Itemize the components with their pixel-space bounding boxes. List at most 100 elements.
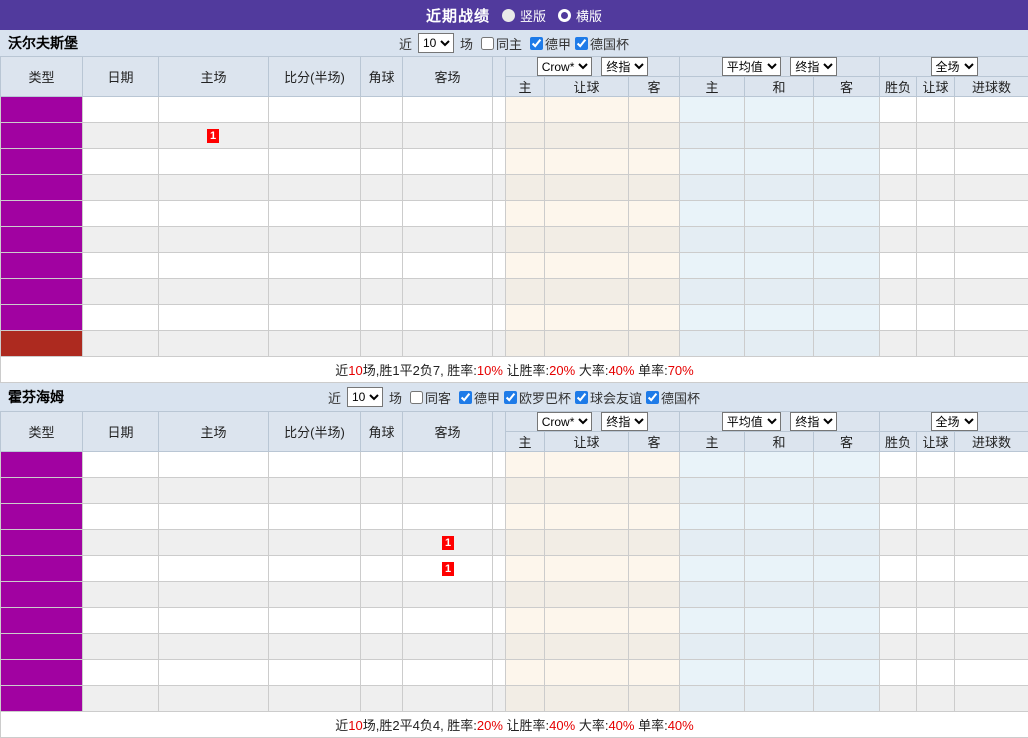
league-checkbox[interactable]: 球会友谊 — [571, 388, 642, 407]
red-card-badge: 1 — [442, 536, 454, 550]
handicap-cell — [545, 97, 629, 123]
games-count-select[interactable]: 10 — [418, 33, 454, 53]
score-cell — [269, 149, 361, 175]
avg-away-cell — [814, 97, 880, 123]
away-team-cell — [403, 253, 493, 279]
league-checkbox-input[interactable] — [530, 37, 543, 50]
col-odds-home: 主 — [506, 432, 545, 452]
avg-home-cell — [680, 123, 745, 149]
score-cell — [269, 253, 361, 279]
spacer-cell — [493, 686, 506, 712]
league-checkbox-input[interactable] — [575, 391, 588, 404]
filter-bar: 近 10 场 同主 德甲德国杯 — [0, 30, 1028, 56]
away-team-cell — [403, 478, 493, 504]
odds-away-cell — [629, 227, 680, 253]
scope-dropdown-cell: 全场 — [880, 57, 1028, 77]
page-title: 近期战绩 — [426, 5, 490, 26]
layout-radio-horizontal[interactable]: 横版 — [558, 6, 602, 25]
league-checkbox-input[interactable] — [575, 37, 588, 50]
avg-stage-select[interactable]: 终指 — [790, 412, 837, 431]
result-goals-cell — [955, 686, 1028, 712]
league-checkbox[interactable]: 德国杯 — [642, 388, 700, 407]
result-wdl-cell — [880, 305, 917, 331]
avg-draw-cell — [745, 556, 814, 582]
avg-away-cell — [814, 123, 880, 149]
same-venue-checkbox[interactable]: 同客 — [406, 388, 451, 407]
match-type-cell — [1, 556, 83, 582]
avg-source-select[interactable]: 平均值 — [722, 57, 781, 76]
date-cell — [83, 582, 159, 608]
result-wdl-cell — [880, 478, 917, 504]
home-team-cell — [159, 331, 269, 357]
result-goals-cell — [955, 201, 1028, 227]
handicap-cell — [545, 123, 629, 149]
league-checkbox-input[interactable] — [459, 391, 472, 404]
league-checkbox-input[interactable] — [504, 391, 517, 404]
home-team-cell — [159, 452, 269, 478]
league-checkbox[interactable]: 德甲 — [455, 388, 500, 407]
avg-source-select[interactable]: 平均值 — [722, 412, 781, 431]
away-team-cell — [403, 149, 493, 175]
score-cell — [269, 686, 361, 712]
match-type-cell — [1, 582, 83, 608]
result-wdl-cell — [880, 331, 917, 357]
odds-source-select[interactable]: Crow* — [537, 57, 592, 76]
odds-home-cell — [506, 331, 545, 357]
summary-segment: 20% — [549, 363, 575, 378]
match-type-cell — [1, 305, 83, 331]
avg-draw-cell — [745, 452, 814, 478]
games-count-select[interactable]: 10 — [347, 387, 383, 407]
avg-stage-select[interactable]: 终指 — [790, 57, 837, 76]
spacer-cell — [493, 504, 506, 530]
odds-source-select[interactable]: Crow* — [537, 412, 592, 431]
corner-cell — [361, 660, 403, 686]
league-checkbox[interactable]: 欧罗巴杯 — [500, 388, 571, 407]
same-venue-input[interactable] — [481, 37, 494, 50]
league-checkbox[interactable]: 德国杯 — [571, 34, 629, 53]
result-wdl-cell — [880, 556, 917, 582]
result-handicap-cell — [917, 149, 955, 175]
same-venue-checkbox[interactable]: 同主 — [477, 34, 522, 53]
summary-segment: 让胜率: — [503, 718, 549, 733]
away-team-cell — [403, 175, 493, 201]
result-wdl-cell — [880, 201, 917, 227]
league-checkbox[interactable]: 德甲 — [526, 34, 571, 53]
handicap-cell — [545, 331, 629, 357]
match-row — [1, 175, 1028, 201]
odds-home-cell — [506, 686, 545, 712]
result-handicap-cell — [917, 608, 955, 634]
home-team-cell — [159, 305, 269, 331]
avg-dropdowns-cell: 平均值 终指 — [680, 412, 880, 432]
result-goals-cell — [955, 660, 1028, 686]
near-label: 近 — [399, 34, 412, 53]
corner-cell — [361, 279, 403, 305]
league-checkbox-input[interactable] — [646, 391, 659, 404]
odds-stage-select[interactable]: 终指 — [601, 57, 648, 76]
summary-segment: 大率: — [575, 718, 608, 733]
home-team-cell — [159, 530, 269, 556]
odds-home-cell — [506, 175, 545, 201]
odds-dropdowns-cell: Crow* 终指 — [506, 57, 680, 77]
handicap-cell — [545, 175, 629, 201]
home-team-cell — [159, 634, 269, 660]
sections-container: 沃尔夫斯堡 近 10 场 同主 德甲德国杯 — [0, 30, 1028, 738]
avg-draw-cell — [745, 149, 814, 175]
corner-cell — [361, 478, 403, 504]
odds-home-cell — [506, 530, 545, 556]
result-wdl-cell — [880, 634, 917, 660]
scope-select[interactable]: 全场 — [931, 57, 978, 76]
odds-stage-select[interactable]: 终指 — [601, 412, 648, 431]
league-checkbox-label: 德国杯 — [590, 34, 629, 53]
col-odds-away: 客 — [629, 77, 680, 97]
layout-radio-vertical[interactable]: 竖版 — [502, 6, 546, 25]
scope-select[interactable]: 全场 — [931, 412, 978, 431]
spacer-col — [493, 412, 506, 452]
result-handicap-cell — [917, 530, 955, 556]
radio-unselected-icon — [558, 9, 571, 22]
league-filters: 德甲德国杯 — [526, 34, 629, 53]
col-home: 主场 — [159, 412, 269, 452]
date-cell — [83, 478, 159, 504]
same-venue-input[interactable] — [410, 391, 423, 404]
handicap-cell — [545, 556, 629, 582]
avg-draw-cell — [745, 634, 814, 660]
